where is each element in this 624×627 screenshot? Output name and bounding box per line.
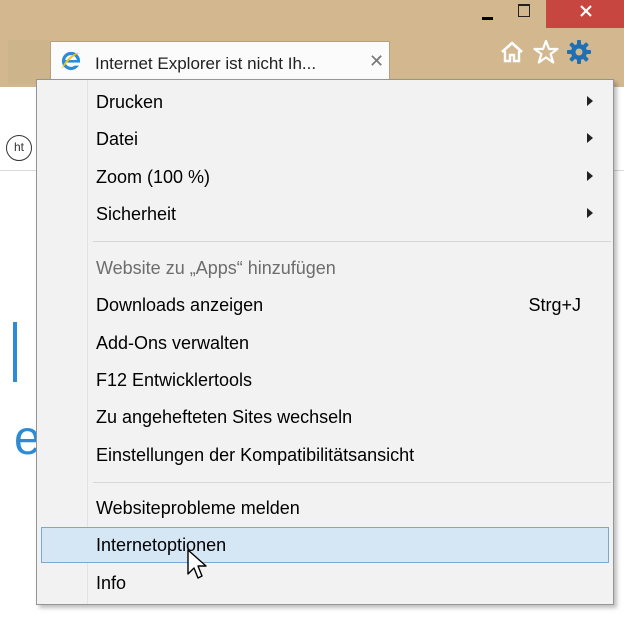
title-bar	[0, 0, 624, 33]
menu-item-label: F12 Entwicklertools	[96, 370, 253, 390]
submenu-arrow-icon	[587, 96, 593, 106]
submenu-arrow-icon	[587, 133, 593, 143]
menu-item-internet-options[interactable]: Internetoptionen	[41, 527, 609, 563]
menu-item-label: Drucken	[96, 92, 164, 112]
menu-item-label: Einstellungen der Kompatibilitätsansicht	[96, 445, 415, 465]
ie-logo-icon	[61, 51, 81, 71]
menu-item-label: Datei	[96, 129, 139, 149]
tab-close-button[interactable]: ✕	[369, 51, 384, 72]
close-window-button[interactable]	[546, 0, 624, 28]
menu-item-add-site-to-apps: Website zu „Apps“ hinzufügen	[41, 250, 609, 286]
gear-icon[interactable]	[565, 38, 593, 66]
mouse-pointer-icon	[187, 549, 207, 579]
menu-item-about[interactable]: Info	[41, 565, 609, 601]
menu-item-zoom[interactable]: Zoom (100 %)	[41, 159, 609, 195]
page-graphic-bar	[13, 322, 17, 382]
menu-item-compatibility-settings[interactable]: Einstellungen der Kompatibilitätsansicht	[41, 437, 609, 473]
submenu-arrow-icon	[587, 208, 593, 218]
tab-strip-left	[8, 40, 50, 84]
star-icon[interactable]	[532, 38, 560, 66]
maximize-button[interactable]	[506, 0, 542, 28]
tools-menu: Drucken Datei Zoom (100 %) Sicherheit We…	[36, 79, 614, 605]
menu-item-label: Zoom (100 %)	[96, 167, 211, 187]
menu-separator	[93, 241, 611, 242]
tab-title: Internet Explorer ist nicht Ih...	[95, 54, 317, 73]
menu-item-label: Websiteprobleme melden	[96, 498, 300, 518]
menu-item-report-website-problems[interactable]: Websiteprobleme melden	[41, 490, 609, 526]
menu-item-label: Sicherheit	[96, 204, 177, 224]
menu-item-manage-add-ons[interactable]: Add-Ons verwalten	[41, 325, 609, 361]
menu-item-label: Zu angehefteten Sites wechseln	[96, 407, 353, 427]
menu-item-file[interactable]: Datei	[41, 121, 609, 157]
menu-item-shortcut: Strg+J	[528, 295, 581, 315]
site-badge-icon: ht	[6, 135, 32, 161]
home-icon[interactable]	[498, 38, 526, 66]
menu-item-f12-tools[interactable]: F12 Entwicklertools	[41, 362, 609, 398]
menu-item-view-downloads[interactable]: Downloads anzeigen Strg+J	[41, 287, 609, 323]
menu-item-label: Website zu „Apps“ hinzufügen	[96, 258, 336, 278]
menu-item-pinned-sites[interactable]: Zu angehefteten Sites wechseln	[41, 399, 609, 435]
minimize-button[interactable]	[470, 0, 506, 28]
menu-separator	[93, 482, 611, 483]
menu-item-print[interactable]: Drucken	[41, 84, 609, 120]
close-icon	[580, 5, 592, 17]
menu-item-security[interactable]: Sicherheit	[41, 196, 609, 232]
submenu-arrow-icon	[587, 171, 593, 181]
toolbar	[490, 38, 620, 68]
menu-item-label: Add-Ons verwalten	[96, 333, 250, 353]
menu-item-label: Downloads anzeigen	[96, 295, 264, 315]
menu-item-label: Info	[96, 573, 127, 593]
